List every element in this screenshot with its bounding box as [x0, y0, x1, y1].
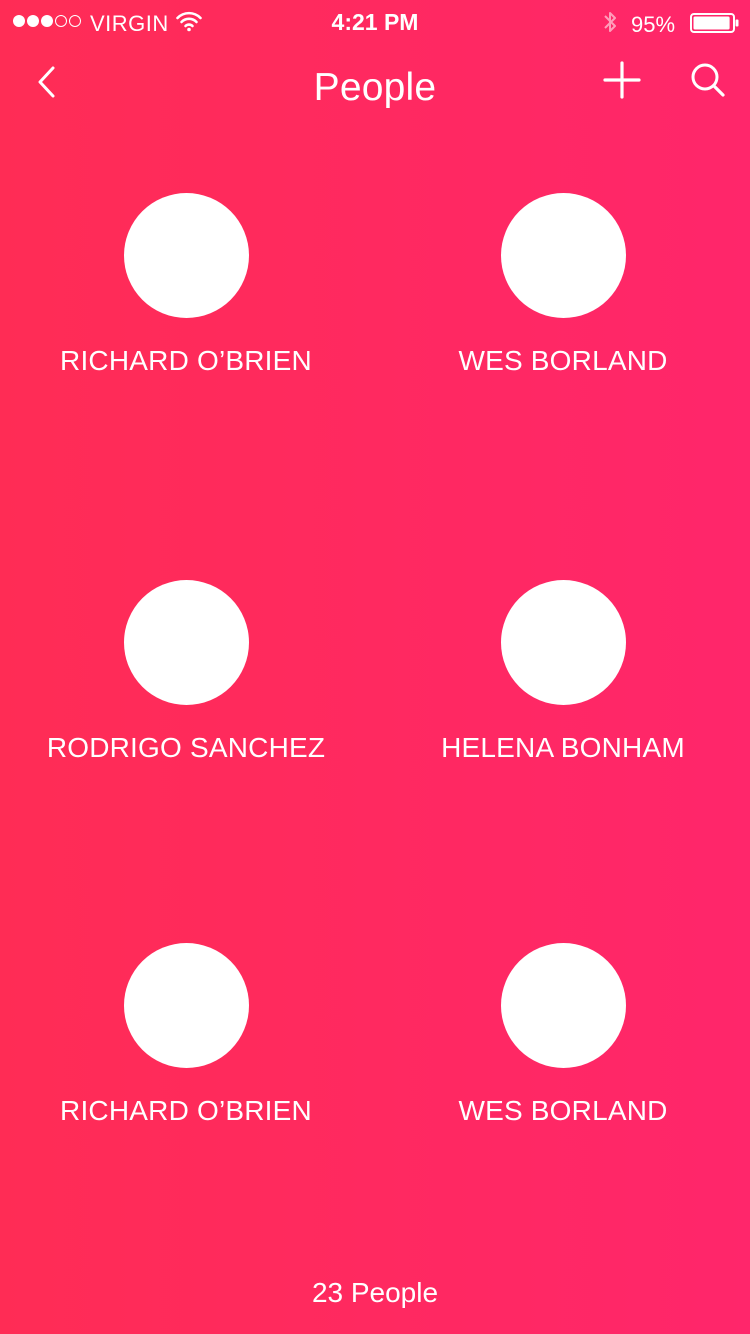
person-name: RICHARD O’BRIEN: [60, 345, 312, 376]
status-bar: VIRGIN 4:21 PM 95%: [0, 0, 750, 44]
battery-percent: 95%: [631, 12, 676, 37]
person-name: WES BORLAND: [458, 345, 668, 376]
avatar: [500, 943, 626, 1068]
people-count-label: 23 People: [311, 1277, 439, 1308]
carrier-name: VIRGIN: [90, 11, 169, 36]
person-name: WES BORLAND: [458, 1095, 668, 1126]
avatar: [123, 193, 249, 318]
add-person-button[interactable]: [598, 58, 646, 106]
person-card[interactable]: RICHARD O’BRIEN: [6, 193, 366, 377]
chevron-left-icon: [34, 64, 58, 105]
avatar: [500, 193, 626, 318]
signal-strength-icon: [13, 15, 81, 27]
person-card[interactable]: WES BORLAND: [383, 193, 743, 377]
person-card[interactable]: WES BORLAND: [383, 943, 743, 1127]
back-button[interactable]: [28, 62, 64, 106]
avatar: [123, 943, 249, 1068]
person-name: RICHARD O’BRIEN: [60, 1095, 312, 1126]
person-card[interactable]: RICHARD O’BRIEN: [6, 943, 366, 1127]
avatar: [500, 580, 626, 705]
search-button[interactable]: [684, 58, 732, 106]
avatar: [123, 580, 249, 705]
search-icon: [690, 62, 726, 103]
plus-icon: [603, 60, 641, 104]
wifi-icon: [176, 10, 202, 37]
person-card[interactable]: HELENA BONHAM: [383, 580, 743, 764]
person-name: RODRIGO SANCHEZ: [46, 732, 326, 763]
person-card[interactable]: RODRIGO SANCHEZ: [6, 580, 366, 764]
person-name: HELENA BONHAM: [441, 732, 685, 763]
navigation-bar: People: [0, 44, 750, 134]
bluetooth-icon: [602, 9, 618, 40]
battery-icon: [690, 13, 740, 38]
